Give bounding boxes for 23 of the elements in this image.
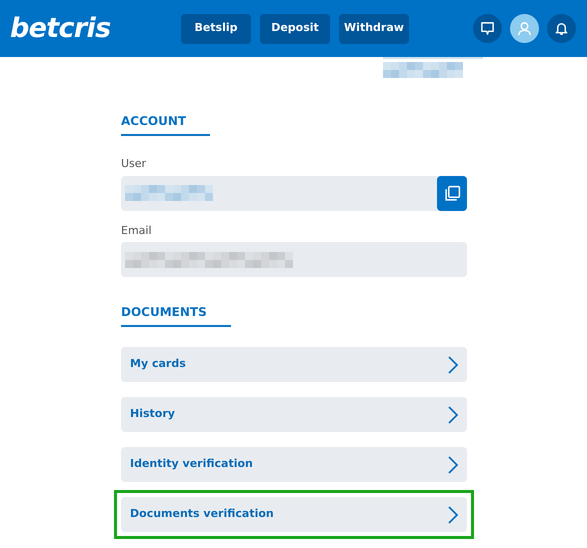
logo: betcris [10, 15, 112, 42]
copy-button[interactable] [437, 176, 467, 210]
menu-item[interactable]: History [121, 397, 467, 432]
chevron-right-icon [448, 356, 458, 374]
user-icon[interactable] [510, 14, 539, 43]
field-label: Email [121, 222, 153, 238]
input-field[interactable] [121, 242, 467, 277]
chevron-right-icon [448, 406, 458, 424]
field-label: User [121, 156, 148, 172]
section-heading: ACCOUNT [121, 112, 210, 136]
header-button[interactable]: Deposit [260, 14, 330, 44]
bell-icon[interactable] [547, 14, 576, 43]
section-heading: DOCUMENTS [121, 303, 231, 327]
input-field[interactable] [121, 176, 467, 210]
menu-item[interactable]: My cards [121, 347, 467, 382]
header-button[interactable]: Withdraw [339, 14, 409, 44]
chat-icon[interactable] [473, 14, 502, 43]
menu-item[interactable]: Documents verification [121, 497, 467, 532]
chevron-right-icon [448, 506, 458, 524]
menu-item[interactable]: Identity verification [121, 447, 467, 482]
copy-icon [444, 184, 460, 202]
header-button[interactable]: Betslip [181, 14, 251, 44]
chevron-right-icon [448, 456, 458, 474]
